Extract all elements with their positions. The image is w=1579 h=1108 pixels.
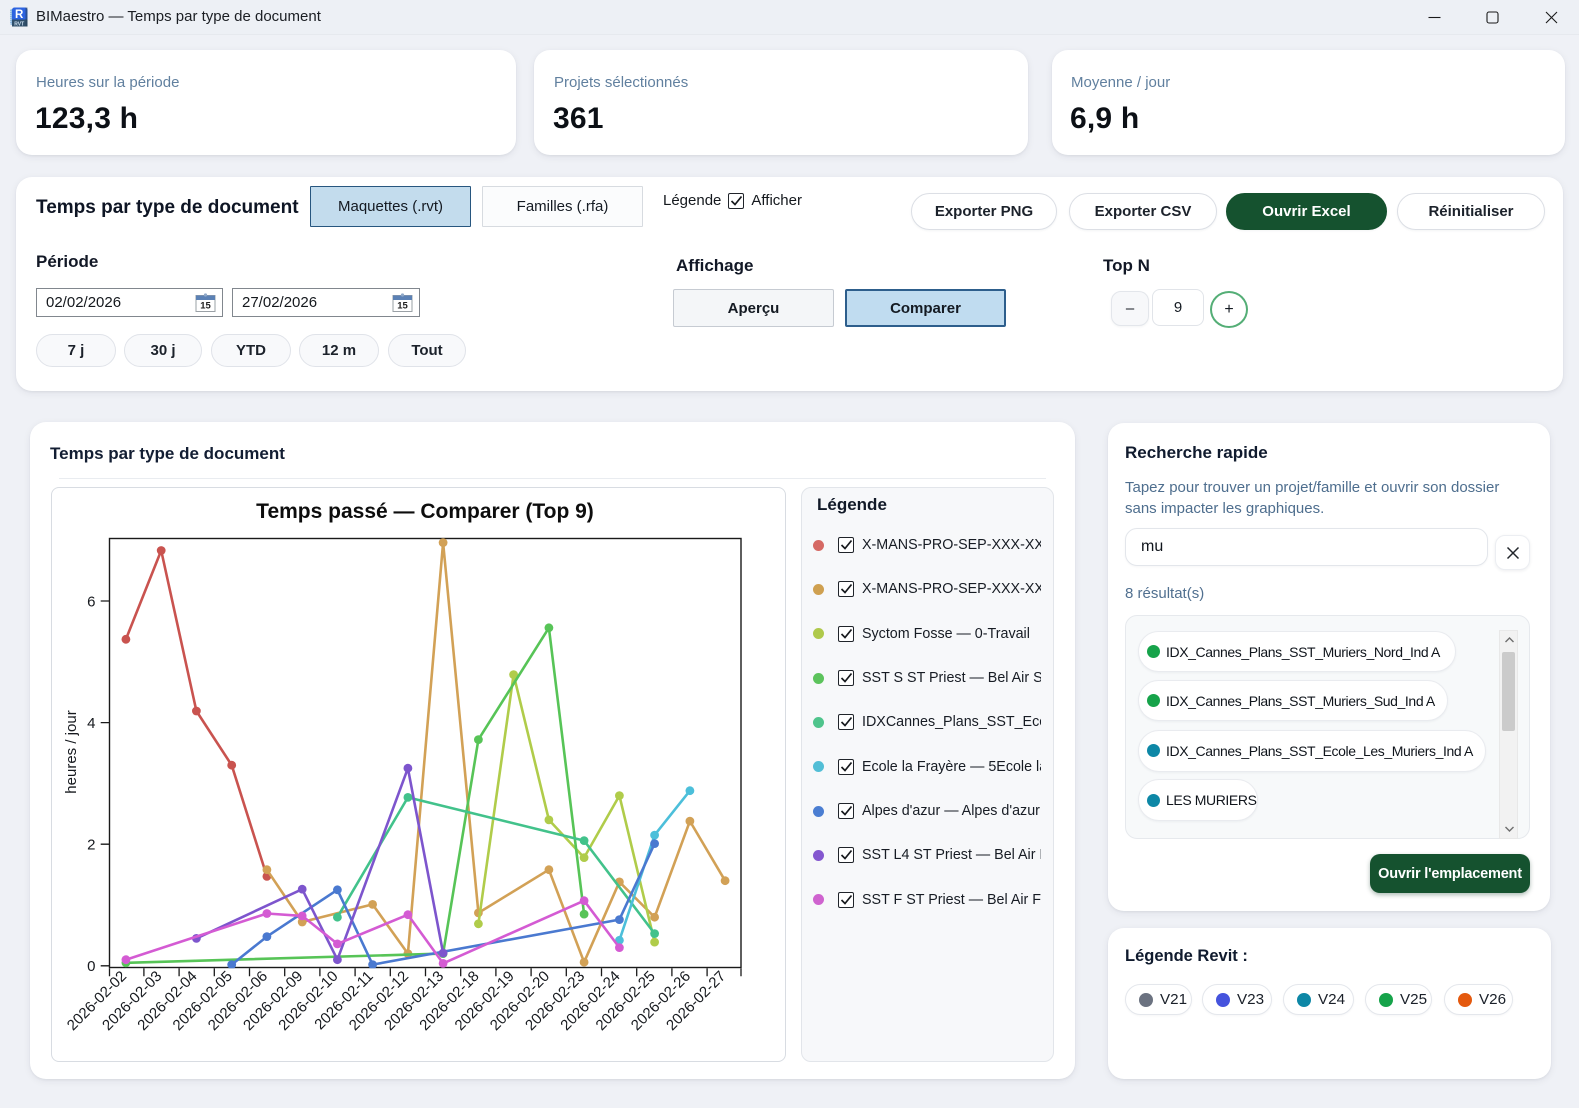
svg-text:6: 6 [87,593,95,610]
svg-text:4: 4 [87,715,95,732]
svg-text:R: R [15,9,24,21]
svg-text:2: 2 [87,837,95,854]
svg-text:15: 15 [200,301,211,312]
svg-text:RVT: RVT [14,21,24,27]
svg-text:Temps passé — Comparer (Top 9): Temps passé — Comparer (Top 9) [256,500,594,523]
svg-text:0: 0 [87,958,95,975]
svg-text:heures / jour: heures / jour [63,710,80,793]
svg-text:15: 15 [397,301,408,312]
